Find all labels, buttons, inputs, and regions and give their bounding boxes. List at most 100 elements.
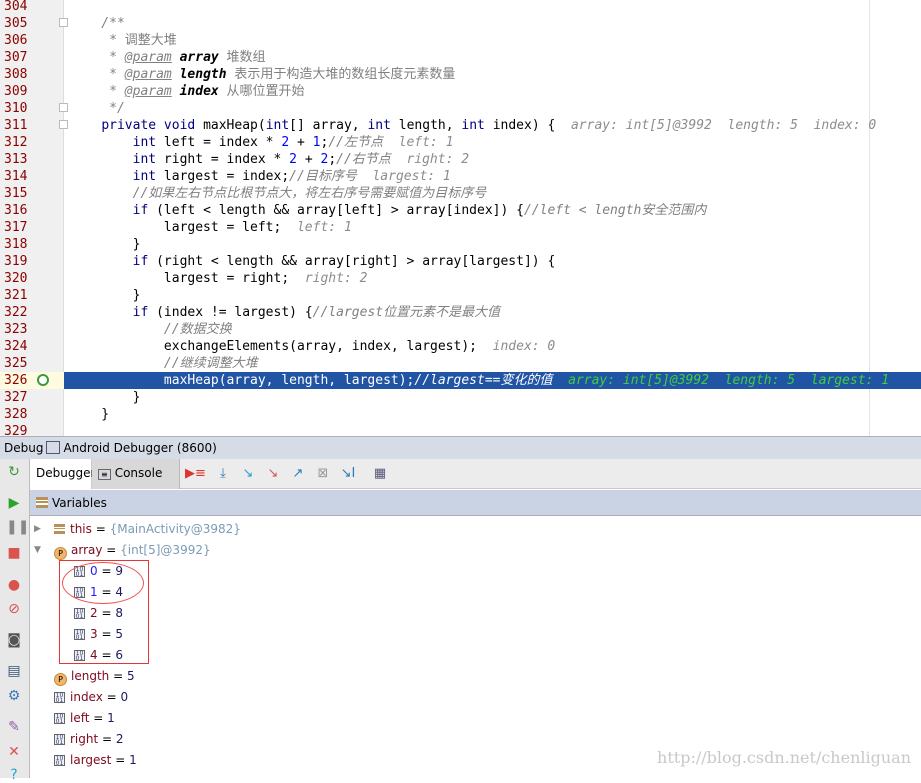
code-line-current[interactable]: 326 maxHeap(array, length, largest);//la… — [0, 372, 921, 389]
code-text: * 调整大堆 — [70, 32, 177, 49]
tab-debugger[interactable]: Debugger — [30, 459, 95, 489]
code-line[interactable]: 313 int right = index * 2 + 2;//右节点 righ… — [0, 151, 921, 168]
inline-debug-value: largest: 1 — [356, 169, 451, 184]
run-to-cursor-icon[interactable]: ↘I — [340, 466, 356, 482]
code-line[interactable]: 308 * @param length 表示用于构造大堆的数组长度元素数量 — [0, 66, 921, 83]
code-token: //left < length安全范围内 — [523, 203, 707, 218]
rerun-icon[interactable]: ↻ — [6, 464, 22, 480]
var-name: right — [70, 732, 99, 746]
step-out-icon[interactable]: ↗ — [290, 466, 306, 482]
code-token: * — [70, 67, 125, 82]
step-into-icon[interactable]: ↘ — [240, 466, 256, 482]
variable-row-left[interactable]: 10 01 left = 1 — [54, 708, 115, 729]
gear-icon[interactable]: ⚙ — [6, 688, 22, 704]
line-number: 304 — [4, 0, 28, 14]
parameter-icon: P — [54, 673, 67, 686]
layout-icon[interactable]: ▤ — [6, 663, 22, 679]
variable-row-right[interactable]: 10 01 right = 2 — [54, 729, 124, 750]
code-line[interactable]: 314 int largest = index;//目标序号 largest: … — [0, 168, 921, 185]
force-step-into-icon[interactable]: ↘ — [265, 466, 281, 482]
code-line[interactable]: 316 if (left < length && array[left] > a… — [0, 202, 921, 219]
variable-row-this[interactable]: this = {MainActivity@3982} — [54, 519, 241, 540]
code-text: * @param array 堆数组 — [70, 49, 265, 66]
code-line[interactable]: 325 //继续调整大堆 — [0, 355, 921, 372]
close-icon[interactable]: ✕ — [6, 744, 22, 760]
code-token: int — [132, 135, 157, 150]
camera-icon[interactable]: ◙ — [6, 632, 22, 648]
help-icon[interactable]: ? — [6, 767, 22, 783]
line-number: 323 — [4, 322, 28, 337]
code-line[interactable]: 322 if (index != largest) {//largest位置元素… — [0, 304, 921, 321]
session-tab[interactable]: Android Debugger (8600) — [63, 441, 216, 455]
pause-icon[interactable]: ❚❚ — [6, 519, 29, 535]
variable-row-largest[interactable]: 10 01 largest = 1 — [54, 750, 137, 771]
var-value: 5 — [126, 669, 135, 683]
annotation-ellipse — [62, 562, 144, 604]
code-token: (right < length && array[right] > array[… — [148, 254, 556, 269]
view-breakpoints-icon[interactable]: ● — [6, 577, 22, 593]
fold-icon[interactable] — [59, 120, 68, 129]
stop-icon[interactable]: ■ — [6, 545, 22, 561]
code-line[interactable]: 329 — [0, 423, 921, 436]
show-execution-point-icon[interactable]: ▶≡ — [185, 466, 206, 482]
code-line[interactable]: 315 //如果左右节点比根节点大，将左右序号需要赋值为目标序号 — [0, 185, 921, 202]
code-line[interactable]: 321 } — [0, 287, 921, 304]
code-token: left = index * — [156, 135, 282, 150]
code-token: } — [70, 288, 141, 303]
code-token: //继续调整大堆 — [163, 356, 258, 371]
code-line[interactable]: 312 int left = index * 2 + 1;//左节点 left:… — [0, 134, 921, 151]
inline-debug-value: index: 0 — [492, 339, 556, 354]
evaluate-expression-icon[interactable]: ▦ — [372, 466, 388, 482]
collapse-arrow-icon[interactable]: ▼ — [34, 545, 41, 555]
code-token: */ — [70, 101, 125, 116]
var-value: 1 — [107, 711, 115, 725]
code-token: //如果左右节点比根节点大，将左右序号需要赋值为目标序号 — [132, 186, 487, 201]
code-token: + — [297, 152, 321, 167]
line-number: 310 — [4, 101, 28, 116]
fold-icon[interactable] — [59, 103, 68, 112]
code-text: } — [70, 389, 141, 406]
code-line[interactable]: 328 } — [0, 406, 921, 423]
variable-row-length[interactable]: Plength = 5 — [54, 666, 135, 687]
code-line[interactable]: 318 } — [0, 236, 921, 253]
code-line[interactable]: 327 } — [0, 389, 921, 406]
drop-frame-icon[interactable]: ⊠ — [315, 466, 331, 482]
expand-arrow-icon[interactable]: ▶ — [34, 524, 41, 534]
code-line[interactable]: 317 largest = left; left: 1 — [0, 219, 921, 236]
code-line[interactable]: 324 exchangeElements(array, index, large… — [0, 338, 921, 355]
code-line[interactable]: 309 * @param index 从哪位置开始 — [0, 83, 921, 100]
pin-icon[interactable]: ✎ — [6, 719, 22, 735]
code-line[interactable]: 320 largest = right; right: 2 — [0, 270, 921, 287]
tab-console[interactable]: ≡Console →▪ — [92, 459, 180, 510]
code-line[interactable]: 305 /** — [0, 15, 921, 32]
inline-debug-value: right: 2 — [304, 271, 368, 286]
code-editor[interactable]: 304 305 /** 306 * 调整大堆 307 * @param array 堆… — [0, 0, 921, 436]
code-token: //右节点 — [336, 152, 391, 167]
resume-icon[interactable]: ▶ — [6, 495, 22, 511]
line-number: 324 — [4, 339, 28, 354]
code-line[interactable]: 311 private void maxHeap(int[] array, in… — [0, 117, 921, 134]
code-line[interactable]: 310 */ — [0, 100, 921, 117]
code-line[interactable]: 319 if (right < length && array[right] >… — [0, 253, 921, 270]
code-token: index — [179, 84, 219, 99]
code-line[interactable]: 307 * @param array 堆数组 — [0, 49, 921, 66]
variable-row-array[interactable]: Parray = {int[5]@3992} — [54, 540, 211, 561]
step-over-icon[interactable]: ⤓ — [215, 466, 231, 482]
code-token: * — [70, 33, 125, 48]
fold-icon[interactable] — [59, 18, 68, 27]
code-line[interactable]: 323 //数据交换 — [0, 321, 921, 338]
variable-row-index[interactable]: 10 01 index = 0 — [54, 687, 128, 708]
debug-title-bar: Debug Android Debugger (8600) — [0, 436, 921, 459]
code-token: if — [132, 305, 149, 320]
code-text: largest = right; right: 2 — [70, 270, 368, 287]
code-line[interactable]: 304 — [0, 0, 921, 15]
var-value: 0 — [120, 690, 129, 704]
code-text: /** — [70, 15, 125, 32]
code-line[interactable]: 306 * 调整大堆 — [0, 32, 921, 49]
var-name: largest — [70, 753, 112, 767]
mute-breakpoints-icon[interactable]: ⊘ — [6, 601, 22, 617]
code-text: largest = left; left: 1 — [70, 219, 352, 236]
